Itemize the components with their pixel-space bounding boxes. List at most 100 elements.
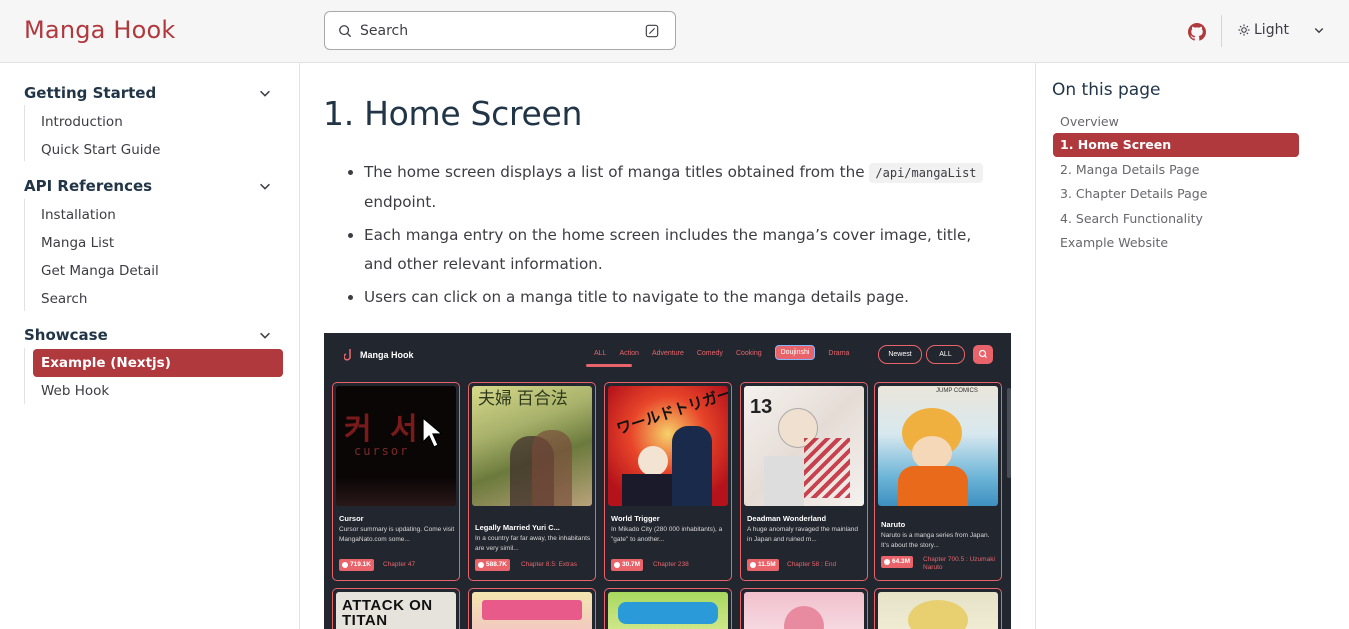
manga-cover: ATTACK ON TITAN: [336, 592, 456, 629]
toc-item-example-website[interactable]: Example Website: [1060, 235, 1168, 250]
sidebar-indent-line: [24, 199, 25, 311]
chapter-label: Chapter 700.5 : Uzumaki Naruto: [923, 556, 995, 571]
toc-item-overview[interactable]: Overview: [1060, 114, 1119, 129]
header-divider: [1221, 15, 1222, 47]
toc-item-manga-details[interactable]: 2. Manga Details Page: [1060, 162, 1199, 177]
cover-subtitle: cursor: [354, 444, 410, 458]
sidebar: Getting Started Introduction Quick Start…: [0, 63, 300, 629]
genre-tab: ALL: [585, 348, 634, 367]
genre-tabs: ALL Action Adventure Comedy Cooking Douj…: [585, 345, 862, 367]
toc-item-search-functionality[interactable]: 4. Search Functionality: [1060, 211, 1203, 226]
manga-cover: [472, 592, 592, 629]
manga-cover: ワールドトリガー: [608, 386, 728, 506]
toc-item-chapter-details[interactable]: 3. Chapter Details Page: [1060, 186, 1207, 201]
manga-description: In a country far far away, the inhabitan…: [475, 535, 591, 552]
list-item: Users can click on a manga title to navi…: [364, 283, 994, 312]
view-count: 11.5M: [747, 559, 779, 571]
sidebar-indent-line: [24, 105, 25, 161]
bullet-list: The home screen displays a list of manga…: [344, 158, 994, 316]
keyboard-shortcut-icon: [645, 24, 659, 38]
view-count: 30.7M: [611, 559, 644, 571]
manga-card: 夫婦 百合法 Legally Married Yuri C... In a co…: [468, 382, 596, 581]
screenshot-scrollbar: [1007, 388, 1011, 478]
chevron-down-icon[interactable]: [258, 179, 272, 193]
manga-cover: [744, 592, 864, 629]
manga-description: In Mikado City (280 000 inhabitants), a …: [611, 526, 723, 543]
theme-switcher[interactable]: Light: [1238, 22, 1325, 38]
cover-title: ワールドトリガー: [614, 386, 728, 439]
chevron-down-icon: [1314, 28, 1324, 34]
manga-card: [740, 588, 868, 629]
table-of-contents: On this page Overview 1. Home Screen 2. …: [1035, 63, 1349, 629]
sidebar-item-introduction[interactable]: Introduction: [41, 114, 123, 130]
screenshot-search-icon: [973, 345, 993, 364]
sidebar-item-quick-start[interactable]: Quick Start Guide: [41, 142, 160, 158]
manga-cover: 13: [744, 386, 864, 506]
manga-cover: 夫婦 百合法: [472, 386, 592, 506]
sidebar-item-get-manga-detail[interactable]: Get Manga Detail: [41, 263, 159, 279]
toc-item-home-screen[interactable]: 1. Home Screen: [1053, 133, 1299, 157]
genre-tab: Comedy: [696, 350, 723, 357]
sidebar-section-api-references[interactable]: API References: [24, 177, 152, 195]
toc-title: On this page: [1052, 80, 1161, 100]
home-screen-screenshot: Manga Hook ALL Action Adventure Comedy C…: [324, 333, 1011, 629]
genre-tab: Cooking: [735, 350, 762, 357]
manga-description: Naruto is a manga series from Japan. It'…: [881, 532, 990, 549]
view-count: 64.3M: [881, 556, 914, 568]
manga-card: 13 Deadman Wonderland A huge anomaly rav…: [740, 382, 868, 581]
hook-icon: [344, 349, 351, 361]
manga-title: Legally Married Yuri C...: [475, 523, 560, 532]
sidebar-item-manga-list[interactable]: Manga List: [41, 235, 114, 251]
manga-title: World Trigger: [611, 514, 660, 523]
genre-tab: Drama: [828, 350, 850, 357]
manga-title: Cursor: [339, 514, 364, 523]
manga-card: ワールドトリガー World Trigger In Mikado City (2…: [604, 382, 732, 581]
page-title: 1. Home Screen: [323, 94, 583, 133]
site-logo[interactable]: Manga Hook: [24, 16, 176, 44]
sidebar-item-example-nextjs[interactable]: Example (Nextjs): [33, 349, 283, 377]
sidebar-section-showcase[interactable]: Showcase: [24, 326, 108, 344]
search-button[interactable]: Search: [324, 11, 676, 50]
github-icon[interactable]: [1188, 23, 1206, 41]
chevron-down-icon[interactable]: [258, 86, 272, 100]
main-content: 1. Home Screen The home screen displays …: [300, 63, 1035, 629]
sidebar-item-search[interactable]: Search: [41, 291, 87, 307]
chapter-label: Chapter 238: [653, 561, 689, 568]
sun-icon: [1238, 24, 1250, 36]
chevron-down-icon[interactable]: [258, 328, 272, 342]
bullet-text: endpoint.: [364, 193, 437, 211]
genre-tab: Action: [619, 350, 639, 357]
filter-button: ALL: [926, 345, 965, 364]
list-item: Each manga entry on the home screen incl…: [364, 221, 994, 279]
sidebar-section-getting-started[interactable]: Getting Started: [24, 84, 156, 102]
genre-tab: Doujinshi: [774, 345, 816, 360]
cover-title: ATTACK ON TITAN: [342, 597, 433, 629]
manga-cover: [608, 592, 728, 629]
bullet-text: The home screen displays a list of manga…: [364, 163, 865, 181]
inline-code: /api/mangaList: [869, 163, 983, 183]
manga-cover: JUMP COMICS: [878, 386, 998, 506]
list-item: The home screen displays a list of manga…: [364, 158, 994, 217]
screenshot-logo: Manga Hook: [344, 348, 414, 361]
manga-card: [874, 588, 1002, 629]
sidebar-indent-line: [24, 348, 25, 404]
manga-card: ATTACK ON TITAN: [332, 588, 460, 629]
manga-card: [604, 588, 732, 629]
manga-description: Cursor summary is updating. Come visit M…: [339, 526, 455, 543]
sidebar-item-installation[interactable]: Installation: [41, 207, 116, 223]
sort-button: Newest: [878, 345, 922, 364]
manga-cover: 커 서 cursor: [336, 386, 456, 506]
manga-title: Deadman Wonderland: [747, 514, 827, 523]
search-icon: [339, 25, 352, 38]
top-navbar: Manga Hook Search Light: [0, 0, 1349, 63]
view-count: 719.1K: [339, 559, 374, 571]
manga-description: A huge anomaly ravaged the mainland in J…: [747, 526, 858, 543]
chapter-label: Chapter 47: [383, 561, 416, 568]
genre-tab: Adventure: [651, 350, 684, 357]
cover-title: 13: [750, 396, 773, 418]
manga-card: [468, 588, 596, 629]
manga-title: Naruto: [881, 520, 906, 529]
manga-card: JUMP COMICS Naruto Naruto is a manga ser…: [874, 382, 1002, 581]
cover-title: 夫婦 百合法: [478, 389, 568, 408]
sidebar-item-web-hook[interactable]: Web Hook: [41, 383, 109, 399]
